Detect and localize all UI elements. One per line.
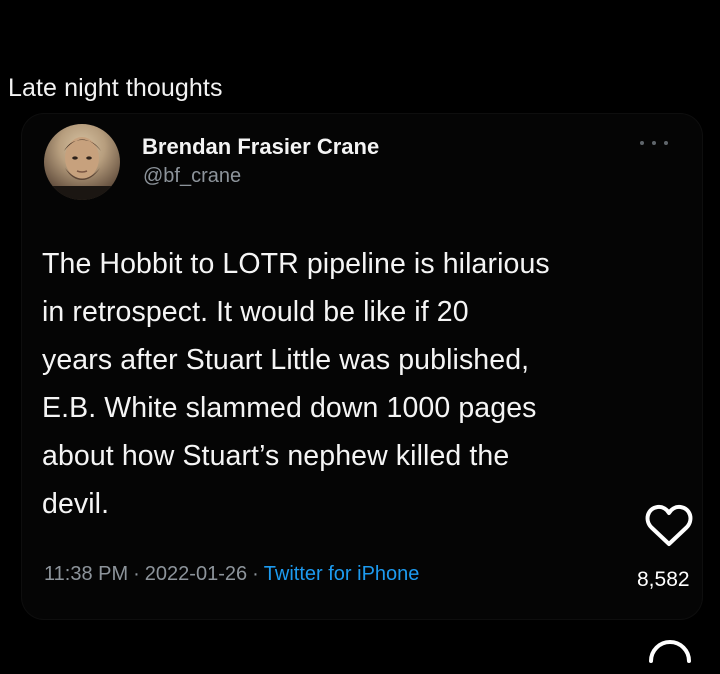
- ellipsis-icon: [640, 138, 668, 148]
- tweet-author-name: Brendan Frasier Crane: [142, 134, 380, 159]
- heart-outline-icon[interactable]: [644, 502, 694, 548]
- post-caption: Late night thoughts: [8, 74, 223, 102]
- tweet-time: 11:38 PM: [44, 563, 129, 585]
- tweet-author-handle: @bf_crane: [143, 165, 242, 187]
- post-view: Late night thoughts Brendan Frasier Cran…: [0, 0, 720, 674]
- speech-bubble-icon[interactable]: [647, 636, 693, 674]
- tweet-separator: ·: [133, 563, 140, 585]
- avatar-portrait-icon: [44, 137, 120, 200]
- like-count: 8,582: [637, 568, 690, 591]
- avatar: [44, 124, 120, 200]
- tweet-separator: ·: [252, 563, 259, 585]
- tweet-source: Twitter for iPhone: [263, 563, 420, 585]
- tweet-date: 2022-01-26: [144, 563, 248, 585]
- tweet-text: The Hobbit to LOTR pipeline is hilarious…: [42, 248, 550, 520]
- tweet-metadata: 11:38 PM · 2022-01-26 · Twitter for iPhone: [44, 563, 419, 586]
